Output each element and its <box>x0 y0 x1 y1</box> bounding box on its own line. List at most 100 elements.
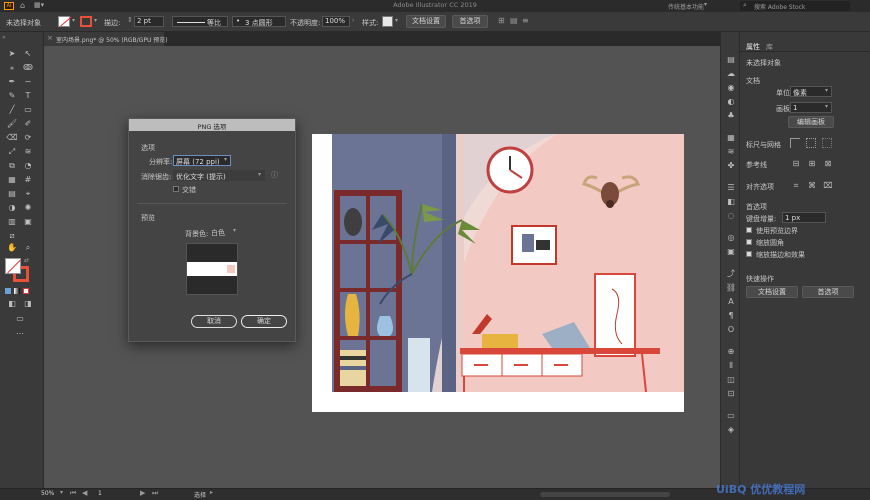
grid-icon[interactable] <box>806 138 816 148</box>
artboard-tool-icon[interactable]: ▣ <box>22 216 34 228</box>
eraser-tool-icon[interactable]: ⌫ <box>6 132 18 144</box>
bg-color-select[interactable]: 白色 ▾ <box>211 227 239 238</box>
workspace-switcher[interactable]: 传统基本功能 <box>668 2 704 11</box>
direct-selection-tool-icon[interactable]: ↖ <box>22 48 34 60</box>
links-panel-icon[interactable]: ⛓ <box>725 282 737 294</box>
line-tool-icon[interactable]: ╱ <box>6 104 18 116</box>
opentype-panel-icon[interactable]: O <box>725 324 737 336</box>
libraries-panel-icon[interactable]: ☁ <box>725 68 737 80</box>
eyedropper-tool-icon[interactable]: ⌖ <box>22 188 34 200</box>
rectangle-tool-icon[interactable]: ▭ <box>22 104 34 116</box>
hand-tool-icon[interactable]: ✋ <box>6 242 18 254</box>
artboard[interactable] <box>312 134 684 412</box>
gradient-panel-icon[interactable]: ◧ <box>725 196 737 208</box>
scale-strokes-checkbox[interactable] <box>746 251 752 257</box>
swatches-panel-icon[interactable]: ▦ <box>725 132 737 144</box>
shape-builder-tool-icon[interactable]: ◔ <box>22 160 34 172</box>
graphic-styles-panel-icon[interactable]: ▣ <box>725 246 737 258</box>
stroke-panel-icon[interactable]: ☰ <box>725 182 737 194</box>
close-icon[interactable]: × <box>47 34 53 42</box>
stock-search[interactable]: ⌕ 搜索 Adobe Stock <box>740 1 850 11</box>
screen-mode-icon[interactable]: ▭ <box>14 313 26 325</box>
use-preview-bounds-checkbox[interactable] <box>746 227 752 233</box>
navigator-panel-icon[interactable]: ⊕ <box>725 346 737 358</box>
fill-swatch[interactable] <box>58 16 72 27</box>
gradient-mode-icon[interactable] <box>14 288 20 294</box>
style-swatch[interactable] <box>382 16 393 27</box>
graph-tool-icon[interactable]: ▥ <box>6 216 18 228</box>
menu-icon[interactable]: ≡ <box>522 16 529 25</box>
selection-tool-icon[interactable]: ➤ <box>6 48 18 60</box>
stroke-stepper-icon[interactable]: ⇕ <box>127 16 133 24</box>
pen-tool-icon[interactable]: ✒ <box>6 76 18 88</box>
layers-panel-icon[interactable]: ◈ <box>725 424 737 436</box>
rotate-tool-icon[interactable]: ⟳ <box>22 132 34 144</box>
scale-corners-checkbox[interactable] <box>746 239 752 245</box>
keyboard-increment-field[interactable]: 1 px <box>782 212 826 223</box>
symbols-panel-icon[interactable]: ✤ <box>725 160 737 172</box>
next-artboard-icon[interactable]: ▶ <box>140 489 145 497</box>
type-tool-icon[interactable]: T <box>22 90 34 102</box>
artboard-nav-select[interactable]: 1 <box>94 490 138 499</box>
align-icon[interactable]: ▤ <box>510 16 518 25</box>
draw-mode-icon[interactable]: ◧ <box>6 298 18 310</box>
paintbrush-tool-icon[interactable]: 🖌 <box>6 118 18 130</box>
align-panel-icon[interactable]: ⫴ <box>725 360 737 372</box>
stroke-profile-select[interactable]: 等比 <box>172 16 228 27</box>
pathfinder-panel-icon[interactable]: ◫ <box>725 374 737 386</box>
quick-doc-setup-button[interactable]: 文档设置 <box>746 286 798 298</box>
gradient-tool-icon[interactable]: ▤ <box>6 188 18 200</box>
shaper-tool-icon[interactable]: ✐ <box>22 118 34 130</box>
stroke-swatch[interactable] <box>80 16 92 27</box>
info-icon[interactable]: ⓘ <box>271 170 278 180</box>
paragraph-panel-icon[interactable]: ¶ <box>725 310 737 322</box>
rulers-icon[interactable] <box>790 138 800 148</box>
properties-panel-icon[interactable]: ▤ <box>725 54 737 66</box>
transform-icon[interactable]: ⊞ <box>498 16 505 25</box>
last-artboard-icon[interactable]: ⏭ <box>152 489 158 498</box>
units-select[interactable]: 像素 ▾ <box>790 86 832 97</box>
status-menu-chevron-icon[interactable]: ▸ <box>210 489 213 496</box>
stroke-chevron-icon[interactable]: ▾ <box>94 17 97 24</box>
smart-guides-icon[interactable]: ⊠ <box>822 158 834 170</box>
transparency-panel-icon[interactable]: ◌ <box>725 210 737 222</box>
free-transform-tool-icon[interactable]: ⧉ <box>6 160 18 172</box>
pixel-grid-icon[interactable] <box>822 138 832 148</box>
interlace-checkbox[interactable] <box>173 186 179 192</box>
tab-properties[interactable]: 属性 <box>746 42 760 52</box>
artboard-select[interactable]: 1 ▾ <box>790 102 832 113</box>
ok-button[interactable]: 确定 <box>241 315 287 328</box>
stroke-weight-field[interactable]: 2 pt <box>134 16 164 27</box>
zoom-select[interactable]: 50% ▾ <box>40 489 66 499</box>
snap-to-pixel-icon[interactable]: ⌘ <box>806 180 818 192</box>
preferences-button[interactable]: 首选项 <box>452 15 488 28</box>
cc-panel-icon[interactable]: ◉ <box>725 82 737 94</box>
curvature-tool-icon[interactable]: ∽ <box>22 76 34 88</box>
cancel-button[interactable]: 取消 <box>191 315 237 328</box>
fill-color-swatch[interactable] <box>5 258 21 274</box>
scale-tool-icon[interactable]: ⤢ <box>6 146 18 158</box>
antialias-select[interactable]: 优化文字 (提示) ▾ <box>173 170 265 181</box>
width-tool-icon[interactable]: ≋ <box>22 146 34 158</box>
tab-libraries[interactable]: 库 <box>766 42 773 52</box>
lock-guides-icon[interactable]: ⊞ <box>806 158 818 170</box>
opacity-chevron-icon[interactable]: › <box>352 17 354 24</box>
workspace-chevron-icon[interactable]: ▾ <box>704 1 707 8</box>
pencil-tool-icon[interactable]: ✎ <box>6 90 18 102</box>
dialog-titlebar[interactable]: PNG 选项 <box>129 119 295 131</box>
mesh-tool-icon[interactable]: # <box>22 174 34 186</box>
brush-select[interactable]: • 3 点圆形 <box>232 16 286 27</box>
symbol-sprayer-tool-icon[interactable]: ✺ <box>22 202 34 214</box>
show-guides-icon[interactable]: ⊟ <box>790 158 802 170</box>
more-tools-icon[interactable]: ⋯ <box>14 328 26 340</box>
canvas-area[interactable]: PNG 选项 选项 分辨率: 屏幕 (72 ppi) ▾ 消除锯齿: 优化文字 … <box>44 46 720 488</box>
document-tab[interactable]: × 室内场景.png* @ 50% (RGB/GPU 预览) <box>44 32 168 46</box>
first-artboard-icon[interactable]: ⏮ <box>70 489 76 498</box>
document-setup-button[interactable]: 文档设置 <box>406 15 446 28</box>
blend-tool-icon[interactable]: ◑ <box>6 202 18 214</box>
resolution-select[interactable]: 屏幕 (72 ppi) ▾ <box>173 155 231 166</box>
quick-prefs-button[interactable]: 首选项 <box>802 286 854 298</box>
lasso-tool-icon[interactable]: ↂ <box>22 62 34 74</box>
artboards-panel-icon[interactable]: ▭ <box>725 410 737 422</box>
style-chevron-icon[interactable]: ▾ <box>395 17 398 24</box>
